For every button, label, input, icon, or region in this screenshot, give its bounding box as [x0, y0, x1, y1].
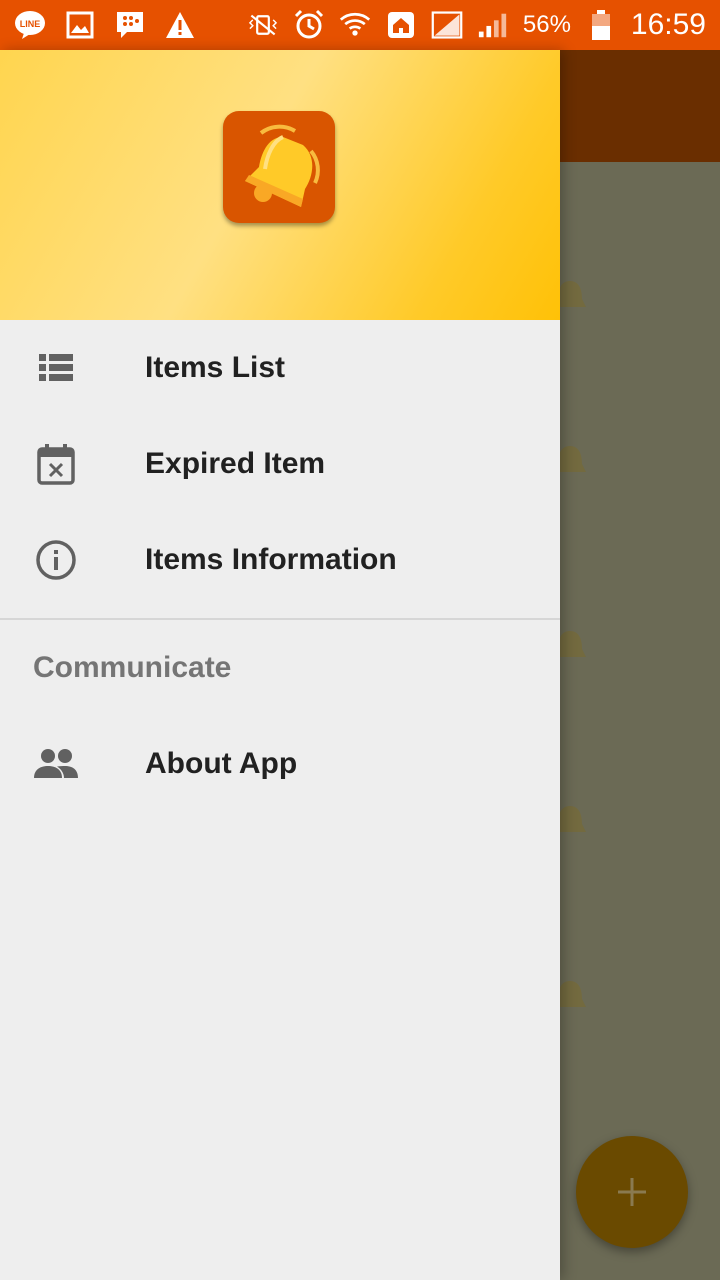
gallery-icon: [64, 9, 96, 41]
bbm-icon: [114, 9, 146, 41]
warning-icon: [164, 9, 196, 41]
menu-item-items-information[interactable]: Items Information: [0, 512, 560, 608]
people-icon: [32, 740, 80, 788]
menu-item-about-app[interactable]: About App: [0, 716, 560, 812]
menu-item-label: Expired Item: [145, 447, 326, 480]
info-icon: [32, 536, 80, 584]
navigation-drawer: Items List Expired Item Items Informatio…: [0, 50, 560, 1280]
menu-item-label: About App: [145, 747, 298, 780]
signal-icon: [431, 9, 463, 41]
menu-item-label: Items List: [145, 351, 286, 384]
battery-icon: [585, 9, 617, 41]
bell-icon: [245, 124, 320, 207]
calendar-x-icon: [32, 440, 80, 488]
status-bar: LINE 56% 16:59: [0, 0, 720, 50]
add-fab-button[interactable]: [576, 1136, 688, 1248]
drawer-menu: Items List Expired Item Items Informatio…: [0, 320, 560, 812]
app-logo: [223, 111, 335, 223]
vibrate-icon: [247, 9, 279, 41]
battery-percent: 56%: [522, 11, 571, 38]
menu-item-expired-item[interactable]: Expired Item: [0, 416, 560, 512]
menu-item-items-list[interactable]: Items List: [0, 320, 560, 416]
list-icon: [32, 344, 80, 392]
menu-item-label: Items Information: [145, 543, 397, 576]
clock: 16:59: [630, 8, 706, 41]
section-title-communicate: Communicate: [33, 651, 232, 684]
background-content[interactable]: [560, 162, 720, 1280]
background-toolbar: [560, 50, 720, 162]
drawer-header: [0, 50, 560, 320]
home-icon: [385, 9, 417, 41]
signal-bars-icon: [477, 9, 509, 41]
plus-icon: [618, 1178, 646, 1206]
line-icon: LINE: [14, 9, 46, 41]
svg-text:LINE: LINE: [20, 19, 41, 29]
alarm-icon: [293, 9, 325, 41]
wifi-icon: [339, 9, 371, 41]
